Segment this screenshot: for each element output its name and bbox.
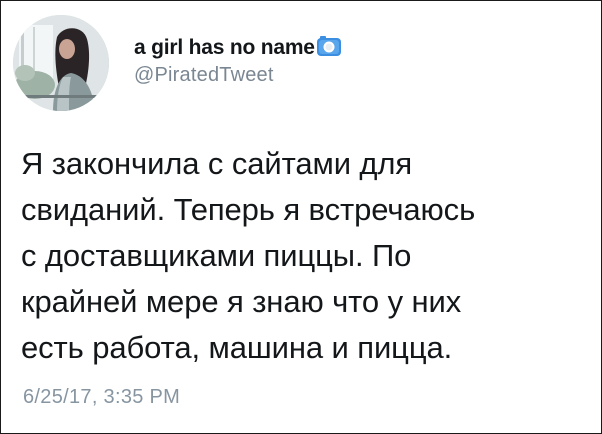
avatar-photo (13, 15, 109, 111)
tweet-text: Я закончила с сайтами для свиданий. Тепе… (21, 141, 591, 371)
tweet-line: Я закончила с сайтами для (21, 146, 413, 181)
name-row: a girl has no name (134, 32, 342, 64)
tweet-line: свиданий. Теперь я встречаюсь (21, 192, 476, 227)
user-handle[interactable]: @PiratedTweet (134, 64, 274, 87)
avatar[interactable] (13, 15, 109, 111)
tweet-timestamp[interactable]: 6/25/17, 3:35 PM (23, 386, 180, 409)
camera-emoji-icon (316, 34, 342, 58)
tweet-line: есть работа, машина и пицца. (21, 330, 453, 365)
tweet-card: a girl has no name @PiratedTweet Я закон… (0, 0, 602, 434)
tweet-line: с доставщиками пиццы. По (21, 238, 412, 273)
display-name[interactable]: a girl has no name (134, 36, 315, 60)
tweet-line: крайней мере я знаю что у них (21, 284, 462, 319)
